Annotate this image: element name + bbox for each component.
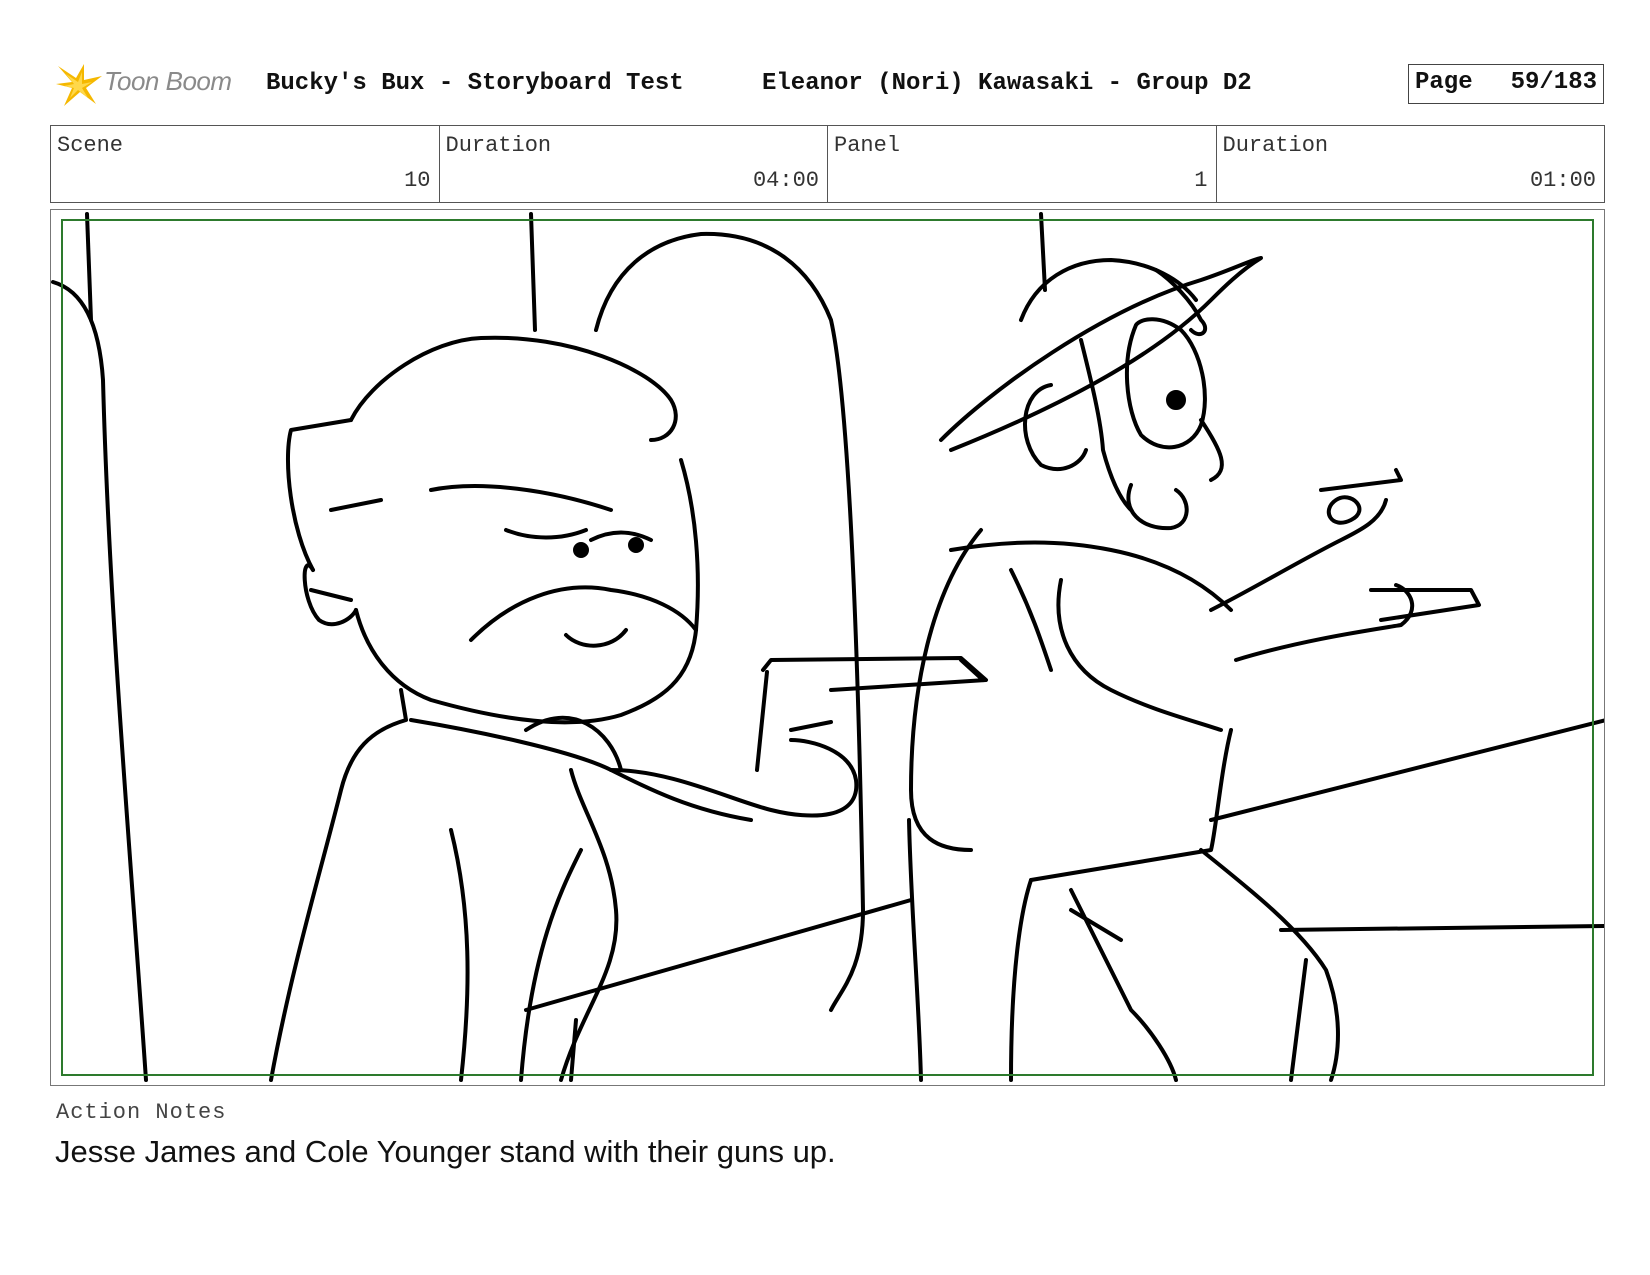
action-notes-label: Action Notes	[56, 1100, 227, 1125]
panel-duration-label: Duration	[1222, 133, 1329, 158]
starburst-icon	[56, 64, 102, 106]
storyboard-panel	[50, 209, 1605, 1086]
scene-duration-cell: Duration 04:00	[440, 126, 828, 202]
scene-duration-value: 04:00	[752, 168, 819, 193]
scene-value: 10	[404, 168, 431, 193]
panel-duration-value: 01:00	[1529, 168, 1596, 193]
scene-cell: Scene 10	[51, 126, 440, 202]
page-value: 59/183	[1510, 69, 1597, 96]
action-notes-text: Jesse James and Cole Younger stand with …	[55, 1134, 836, 1169]
safe-area-frame	[61, 219, 1594, 1076]
scene-duration-label: Duration	[445, 133, 552, 158]
scene-info-table: Scene 10 Duration 04:00 Panel 1 Duration…	[50, 125, 1605, 203]
panel-value: 1	[1194, 168, 1208, 193]
brand-name: Toon Boom	[104, 66, 232, 96]
page-label: Page	[1415, 69, 1473, 96]
page-number-box: Page 59/183	[1408, 64, 1604, 104]
project-title: Bucky's Bux - Storyboard Test	[266, 70, 684, 97]
panel-cell: Panel 1	[828, 126, 1217, 202]
author-name: Eleanor (Nori) Kawasaki - Group D2	[762, 70, 1252, 97]
scene-label: Scene	[57, 133, 124, 158]
panel-duration-cell: Duration 01:00	[1217, 126, 1605, 202]
panel-label: Panel	[834, 133, 901, 158]
toon-boom-logo: Toon Boom	[54, 58, 254, 110]
